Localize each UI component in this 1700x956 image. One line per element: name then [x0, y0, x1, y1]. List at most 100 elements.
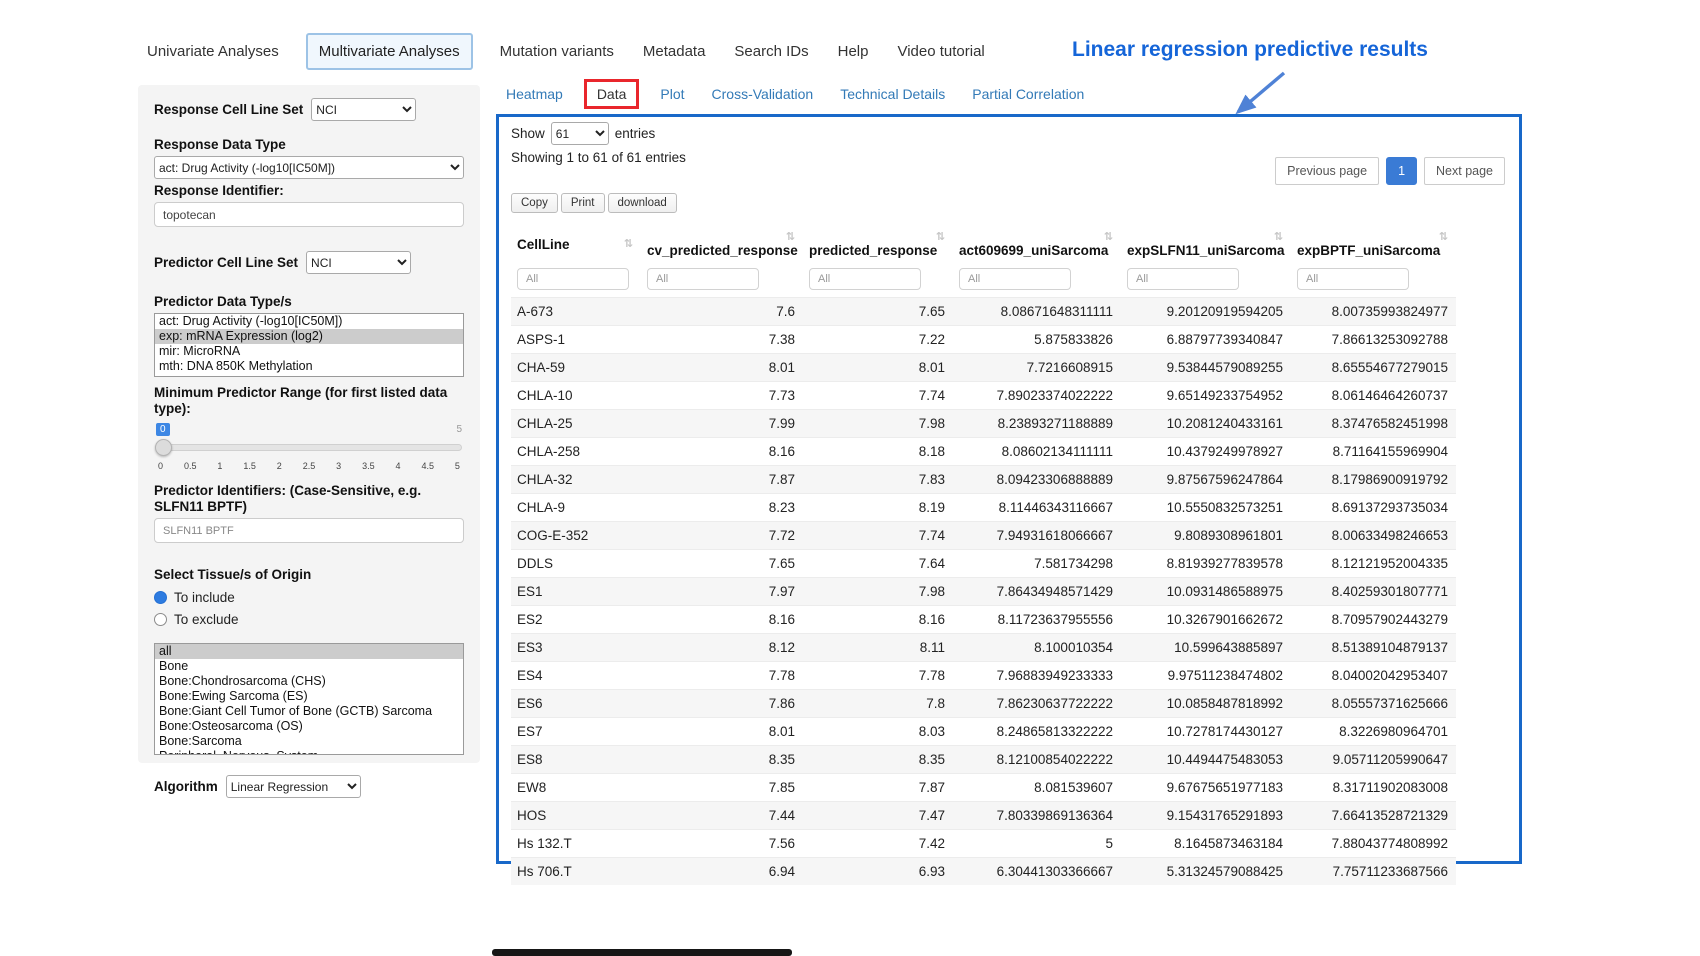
- response-cell-line-set-select[interactable]: NCI: [311, 98, 416, 121]
- cell-value: 9.87567596247864: [1121, 466, 1291, 494]
- nav-item-metadata[interactable]: Metadata: [641, 35, 708, 68]
- export-button-copy[interactable]: Copy: [511, 193, 558, 213]
- column-filter-input-predicted-response[interactable]: [809, 268, 921, 290]
- tab-heatmap[interactable]: Heatmap: [506, 86, 563, 102]
- next-page-button[interactable]: Next page: [1424, 157, 1505, 185]
- sort-icon[interactable]: ⇅: [1274, 230, 1283, 243]
- sort-icon[interactable]: ⇅: [1104, 230, 1113, 243]
- nav-item-search-ids[interactable]: Search IDs: [732, 35, 810, 68]
- show-entries-select[interactable]: 61: [551, 122, 609, 145]
- predictor-data-type-listbox[interactable]: act: Drug Activity (-log10[IC50M])exp: m…: [154, 313, 464, 377]
- sort-icon[interactable]: ⇅: [936, 230, 945, 243]
- response-identifier-input[interactable]: [154, 202, 464, 227]
- radio-option-to-exclude[interactable]: To exclude: [154, 612, 464, 627]
- nav-item-help[interactable]: Help: [836, 35, 871, 68]
- listbox-option-bone[interactable]: Bone: [155, 659, 463, 674]
- cell-value: 7.98: [803, 578, 953, 606]
- listbox-option-all[interactable]: all: [155, 644, 463, 659]
- column-filter-input-cellline[interactable]: [517, 268, 629, 290]
- show-label: Show: [511, 126, 545, 141]
- slider-tick-label: 4: [396, 461, 401, 471]
- nav-item-mutation-variants[interactable]: Mutation variants: [498, 35, 616, 68]
- sort-icon[interactable]: ⇅: [786, 230, 795, 243]
- listbox-option-act-drug-activity-log10-ic50m[interactable]: act: Drug Activity (-log10[IC50M]): [155, 314, 463, 329]
- cell-value: 9.97511238474802: [1121, 662, 1291, 690]
- current-page-button[interactable]: 1: [1386, 157, 1417, 185]
- cell-value: 5: [953, 830, 1121, 858]
- radio-button[interactable]: [154, 613, 167, 626]
- column-filter-input-act609699-unisarcoma[interactable]: [959, 268, 1071, 290]
- cell-value: 7.98: [803, 410, 953, 438]
- previous-page-button[interactable]: Previous page: [1275, 157, 1379, 185]
- cell-line-name: ES4: [511, 662, 641, 690]
- cell-line-name: COG-E-352: [511, 522, 641, 550]
- export-button-download[interactable]: download: [608, 193, 677, 213]
- tab-cross-validation[interactable]: Cross-Validation: [712, 86, 814, 102]
- cell-value: 7.65: [641, 550, 803, 578]
- showing-status: Showing 1 to 61 of 61 entries: [511, 150, 686, 165]
- cell-value: 10.0931486588975: [1121, 578, 1291, 606]
- table-row: ES88.358.358.1210085402222210.4494475483…: [511, 746, 1456, 774]
- cell-line-name: CHLA-10: [511, 382, 641, 410]
- listbox-option-bone-ewing-sarcoma-es[interactable]: Bone:Ewing Sarcoma (ES): [155, 689, 463, 704]
- slider-value-badge: 0: [156, 423, 170, 436]
- nav-item-video-tutorial[interactable]: Video tutorial: [895, 35, 986, 68]
- min-range-slider[interactable]: 0 5 00.511.522.533.544.55: [156, 423, 462, 475]
- column-header-label: expBPTF_uniSarcoma: [1297, 243, 1440, 258]
- cell-value: 7.80339869136364: [953, 802, 1121, 830]
- listbox-option-bone-sarcoma[interactable]: Bone:Sarcoma: [155, 734, 463, 749]
- sort-icon[interactable]: ⇅: [624, 237, 633, 250]
- radio-option-to-include[interactable]: To include: [154, 590, 464, 605]
- listbox-option-mth-dna-850k-methylation[interactable]: mth: DNA 850K Methylation: [155, 359, 463, 374]
- listbox-option-peripheral-nervous-system[interactable]: Peripheral_Nervous_System: [155, 749, 463, 755]
- tissue-listbox[interactable]: allBoneBone:Chondrosarcoma (CHS)Bone:Ewi…: [154, 643, 464, 755]
- slider-track[interactable]: [156, 444, 462, 451]
- listbox-option-bone-chondrosarcoma-chs[interactable]: Bone:Chondrosarcoma (CHS): [155, 674, 463, 689]
- column-header-label: act609699_uniSarcoma: [959, 243, 1108, 258]
- show-entries: Show 61 entries: [511, 122, 655, 145]
- algorithm-row: Algorithm Linear Regression: [154, 775, 464, 798]
- column-header-act609699-unisarcoma[interactable]: ⇅act609699_uniSarcoma: [953, 221, 1121, 266]
- column-header-cv-predicted-response[interactable]: ⇅cv_predicted_response: [641, 221, 803, 266]
- tab-data[interactable]: Data: [584, 79, 640, 109]
- column-header-cellline[interactable]: ⇅CellLine: [511, 221, 641, 266]
- predictor-identifiers-input[interactable]: [154, 518, 464, 543]
- tab-technical-details[interactable]: Technical Details: [840, 86, 945, 102]
- cell-value: 10.599643885897: [1121, 634, 1291, 662]
- slider-handle[interactable]: [155, 439, 172, 456]
- nav-item-univariate-analyses[interactable]: Univariate Analyses: [145, 35, 281, 68]
- nav-item-multivariate-analyses[interactable]: Multivariate Analyses: [306, 33, 473, 70]
- column-filter-input-expbptf-unisarcoma[interactable]: [1297, 268, 1409, 290]
- response-data-type-select[interactable]: act: Drug Activity (-log10[IC50M]): [154, 156, 464, 179]
- algorithm-select[interactable]: Linear Regression: [226, 775, 361, 798]
- tab-partial-correlation[interactable]: Partial Correlation: [972, 86, 1084, 102]
- cell-value: 7.88043774808992: [1291, 830, 1456, 858]
- export-button-print[interactable]: Print: [561, 193, 605, 213]
- listbox-option-bone-giant-cell-tumor-of-bone-gctb-sarcoma[interactable]: Bone:Giant Cell Tumor of Bone (GCTB) Sar…: [155, 704, 463, 719]
- predictor-cell-line-set-select[interactable]: NCI: [306, 251, 411, 274]
- sort-icon[interactable]: ⇅: [1439, 230, 1448, 243]
- cell-value: 8.16: [641, 606, 803, 634]
- cell-value: 9.53844579089255: [1121, 354, 1291, 382]
- column-header-expbptf-unisarcoma[interactable]: ⇅expBPTF_uniSarcoma: [1291, 221, 1456, 266]
- tab-plot[interactable]: Plot: [660, 86, 684, 102]
- slider-tick-label: 1: [217, 461, 222, 471]
- cell-line-name: CHLA-32: [511, 466, 641, 494]
- column-header-expslfn11-unisarcoma[interactable]: ⇅expSLFN11_uniSarcoma: [1121, 221, 1291, 266]
- cell-value: 8.71164155969904: [1291, 438, 1456, 466]
- cell-value: 8.23: [641, 494, 803, 522]
- listbox-option-exp-mrna-expression-log2[interactable]: exp: mRNA Expression (log2): [155, 329, 463, 344]
- column-header-predicted-response[interactable]: ⇅predicted_response: [803, 221, 953, 266]
- cell-value: 7.8: [803, 690, 953, 718]
- cell-value: 8.11: [803, 634, 953, 662]
- column-filter-input-expslfn11-unisarcoma[interactable]: [1127, 268, 1239, 290]
- column-filter-input-cv-predicted-response[interactable]: [647, 268, 759, 290]
- listbox-option-bone-osteosarcoma-os[interactable]: Bone:Osteosarcoma (OS): [155, 719, 463, 734]
- cell-value: 8.08671648311111: [953, 298, 1121, 326]
- cell-value: 7.72: [641, 522, 803, 550]
- radio-button[interactable]: [154, 591, 167, 604]
- cell-line-name: ES3: [511, 634, 641, 662]
- cell-value: 7.44: [641, 802, 803, 830]
- listbox-option-mir-microrna[interactable]: mir: MicroRNA: [155, 344, 463, 359]
- cell-value: 10.4494475483053: [1121, 746, 1291, 774]
